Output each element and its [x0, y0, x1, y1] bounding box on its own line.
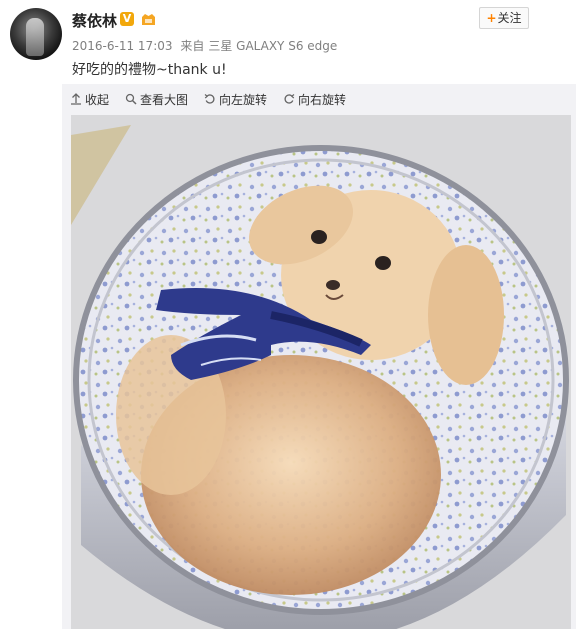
- rotate-right-button[interactable]: 向右旋转: [283, 91, 346, 107]
- rotate-left-icon: [204, 94, 215, 104]
- post-meta: 2016-6-11 17:03 来自 三星 GALAXY S6 edge: [72, 37, 341, 54]
- username[interactable]: 蔡依林: [72, 10, 117, 31]
- magnifier-icon: [125, 93, 137, 105]
- follow-button[interactable]: +关注: [479, 7, 529, 29]
- post-header: 蔡依林 V +关注 2016-6-11 17:03 来自 三星 GALAXY S6…: [0, 0, 576, 84]
- verified-badge-icon[interactable]: V: [120, 12, 134, 26]
- view-large-label: 查看大图: [140, 92, 189, 107]
- collapse-label: 收起: [85, 92, 110, 107]
- source-prefix: 来自: [180, 39, 205, 53]
- timestamp[interactable]: 2016-6-11 17:03: [72, 39, 173, 53]
- cookie-tin-illustration: [71, 115, 571, 629]
- collapse-button[interactable]: 收起: [70, 91, 109, 107]
- post-text: 好吃的的禮物~thank u!: [72, 62, 227, 78]
- rotate-left-button[interactable]: 向左旋转: [204, 91, 267, 107]
- avatar[interactable]: [10, 8, 62, 60]
- image-toolbar: 收起 查看大图 向左旋转 向右旋转: [70, 91, 346, 107]
- source-device[interactable]: 三星 GALAXY S6 edge: [208, 39, 337, 53]
- post-photo[interactable]: [71, 115, 571, 629]
- view-large-button[interactable]: 查看大图: [125, 91, 188, 107]
- avatar-figure: [26, 18, 44, 56]
- follow-label: 关注: [497, 11, 522, 25]
- rotate-right-icon: [284, 94, 295, 104]
- vip-badge-icon[interactable]: [140, 11, 157, 27]
- arrow-up-icon: [71, 93, 81, 105]
- rotate-right-label: 向右旋转: [298, 92, 347, 107]
- plus-icon: +: [486, 11, 497, 25]
- rotate-left-label: 向左旋转: [219, 92, 268, 107]
